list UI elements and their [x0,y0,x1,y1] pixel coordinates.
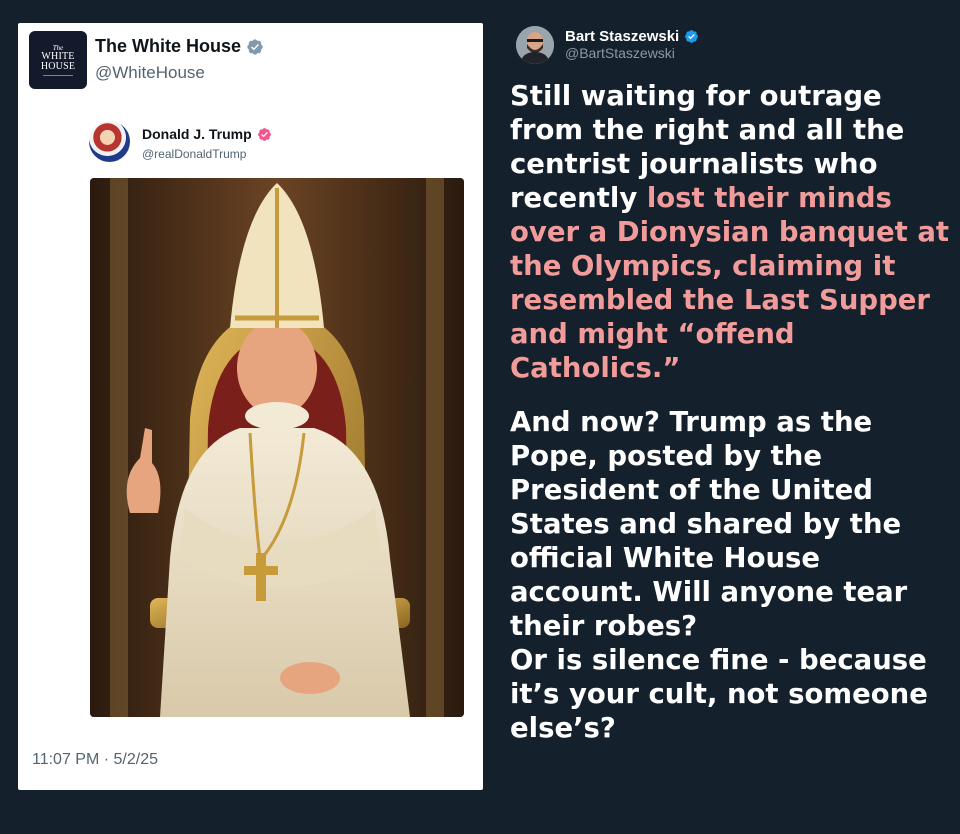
person-portrait-icon [516,26,554,64]
post-image[interactable] [90,178,464,717]
verified-badge-icon [685,30,699,43]
embedded-post-card[interactable]: The WHITE HOUSE The White House @WhiteHo… [18,23,483,790]
white-house-logo[interactable]: The WHITE HOUSE [29,31,87,89]
quoted-account-name[interactable]: Donald J. Trump [142,126,272,142]
post-body: Still waiting for outrage from the right… [510,79,950,745]
gray-verified-badge-icon [247,38,263,55]
post-paragraph-2: And now? Trump as the Pope, posted by th… [510,406,928,744]
post-timestamp[interactable]: 11:07 PM · 5/2/25 [32,751,158,769]
verified-badge-icon [257,127,271,141]
trump-avatar[interactable] [89,121,130,162]
pope-image-illustration [90,178,464,717]
post-paragraph-1: Still waiting for outrage from the right… [510,80,950,384]
author-avatar[interactable] [516,26,554,64]
author-handle[interactable]: @BartStaszewski [565,45,675,61]
author-name[interactable]: Bart Staszewski [565,28,699,45]
account-name[interactable]: The White House [95,36,264,57]
quoted-account-handle[interactable]: @realDonaldTrump [142,147,246,161]
account-handle[interactable]: @WhiteHouse [95,63,205,83]
